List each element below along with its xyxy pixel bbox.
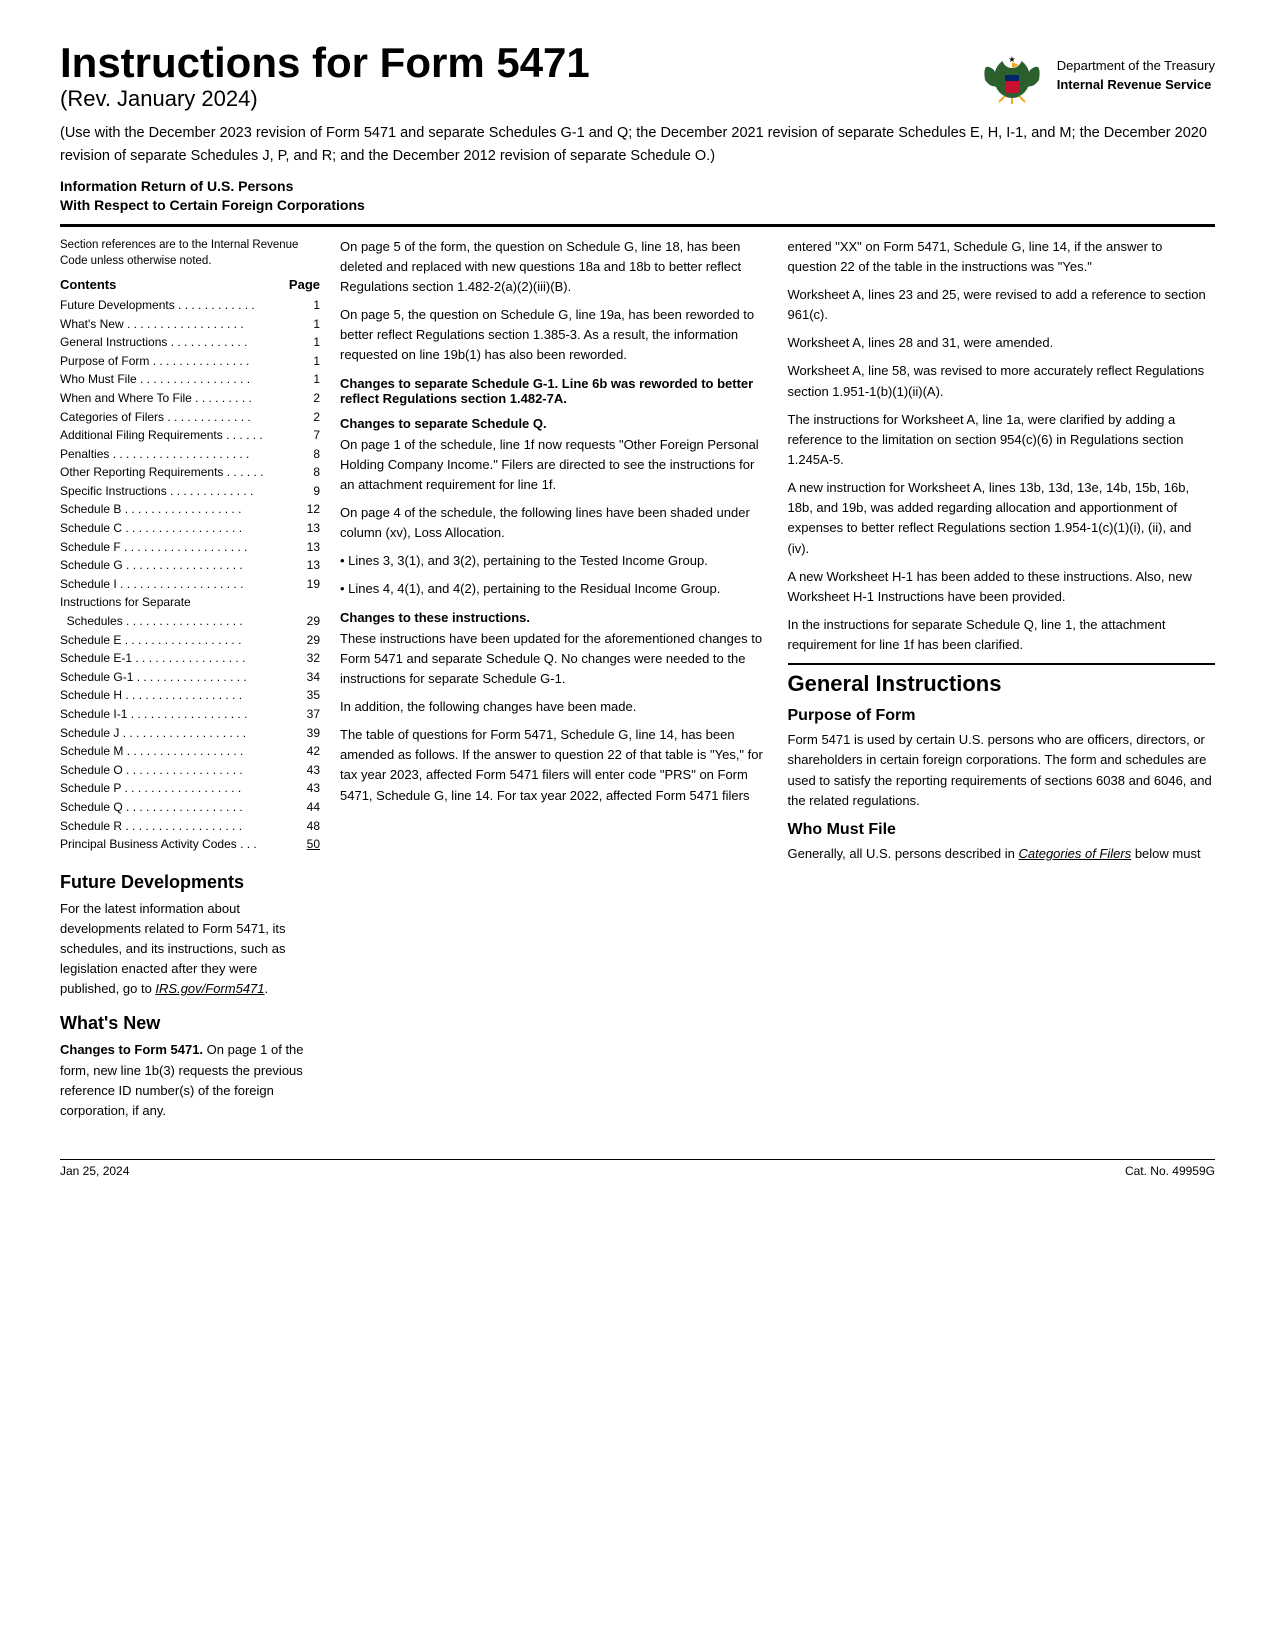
toc-item: Schedule B . . . . . . . . . . . . . . .…: [60, 500, 320, 519]
toc-item: Other Reporting Requirements . . . . . .…: [60, 463, 320, 482]
subtitle-text: (Use with the December 2023 revision of …: [60, 122, 1215, 168]
contents-label: Contents: [60, 277, 116, 292]
toc-item: What's New . . . . . . . . . . . . . . .…: [60, 315, 320, 334]
whats-new-body: Changes to Form 5471. On page 1 of the f…: [60, 1040, 320, 1121]
toc-list: Future Developments . . . . . . . . . . …: [60, 296, 320, 854]
right-column: entered "XX" on Form 5471, Schedule G, l…: [788, 237, 1216, 1129]
toc-item: Schedule I-1 . . . . . . . . . . . . . .…: [60, 705, 320, 724]
page-header: Instructions for Form 5471 (Rev. January…: [60, 40, 1215, 112]
toc-item: Instructions for Separate: [60, 593, 320, 612]
bullet1: • Lines 3, 3(1), and 3(2), pertaining to…: [340, 551, 768, 571]
rev-date: (Rev. January 2024): [60, 86, 590, 112]
toc-item: Schedule G . . . . . . . . . . . . . . .…: [60, 556, 320, 575]
agency-text: Department of the Treasury Internal Reve…: [1057, 56, 1215, 95]
right-para5: The instructions for Worksheet A, line 1…: [788, 410, 1216, 470]
contents-header: Contents Page: [60, 277, 320, 292]
toc-item: Schedule R . . . . . . . . . . . . . . .…: [60, 817, 320, 836]
changes-g1-heading: Changes to separate Schedule G-1. Line 6…: [340, 376, 768, 406]
form-purpose-heading: Information Return of U.S. Persons With …: [60, 177, 1215, 216]
toc-item: Schedule J . . . . . . . . . . . . . . .…: [60, 724, 320, 743]
toc-item: Principal Business Activity Codes . . .5…: [60, 835, 320, 854]
bullet2: • Lines 4, 4(1), and 4(2), pertaining to…: [340, 579, 768, 599]
main-content: Section references are to the Internal R…: [60, 237, 1215, 1129]
categories-filers-link[interactable]: Categories of Filers: [1018, 846, 1131, 861]
svg-text:★: ★: [1008, 55, 1015, 64]
toc-item: Schedule I . . . . . . . . . . . . . . .…: [60, 575, 320, 594]
right-para6: A new instruction for Worksheet A, lines…: [788, 478, 1216, 559]
irs-link[interactable]: IRS.gov/Form5471: [155, 981, 264, 996]
toc-item: Schedule H . . . . . . . . . . . . . . .…: [60, 686, 320, 705]
right-para8: In the instructions for separate Schedul…: [788, 615, 1216, 655]
form-title: Instructions for Form 5471: [60, 40, 590, 86]
toc-item: Schedule E-1 . . . . . . . . . . . . . .…: [60, 649, 320, 668]
middle-column: On page 5 of the form, the question on S…: [340, 237, 768, 1129]
toc-item: Schedule P . . . . . . . . . . . . . . .…: [60, 779, 320, 798]
gen-instr-heading: General Instructions: [788, 663, 1216, 697]
toc-item: Schedule E . . . . . . . . . . . . . . .…: [60, 631, 320, 650]
toc-item: Schedule O . . . . . . . . . . . . . . .…: [60, 761, 320, 780]
toc-item: Schedule M . . . . . . . . . . . . . . .…: [60, 742, 320, 761]
toc-item: When and Where To File . . . . . . . . .…: [60, 389, 320, 408]
purpose-body: Form 5471 is used by certain U.S. person…: [788, 730, 1216, 811]
toc-item: Categories of Filers . . . . . . . . . .…: [60, 408, 320, 427]
toc-item: Schedule Q . . . . . . . . . . . . . . .…: [60, 798, 320, 817]
changes-q-body: On page 1 of the schedule, line 1f now r…: [340, 435, 768, 495]
toc-item: Who Must File . . . . . . . . . . . . . …: [60, 370, 320, 389]
toc-item: Future Developments . . . . . . . . . . …: [60, 296, 320, 315]
right-para7: A new Worksheet H-1 has been added to th…: [788, 567, 1216, 607]
left-column: Section references are to the Internal R…: [60, 237, 320, 1129]
changes-these-heading: Changes to these instructions.: [340, 610, 768, 625]
toc-item: Schedules . . . . . . . . . . . . . . . …: [60, 612, 320, 631]
mid-para2: On page 5, the question on Schedule G, l…: [340, 305, 768, 365]
mid-para1: On page 5 of the form, the question on S…: [340, 237, 768, 297]
irs-name: Internal Revenue Service: [1057, 75, 1215, 95]
changes-q-heading: Changes to separate Schedule Q.: [340, 416, 768, 431]
purpose-heading: Purpose of Form: [788, 707, 1216, 725]
footer-date: Jan 25, 2024: [60, 1164, 129, 1178]
right-para4: Worksheet A, line 58, was revised to mor…: [788, 361, 1216, 401]
dept-name: Department of the Treasury: [1057, 56, 1215, 76]
toc-item: Schedule C . . . . . . . . . . . . . . .…: [60, 519, 320, 538]
title-block: Instructions for Form 5471 (Rev. January…: [60, 40, 590, 112]
toc-item: Penalties . . . . . . . . . . . . . . . …: [60, 445, 320, 464]
toc-item: Specific Instructions . . . . . . . . . …: [60, 482, 320, 501]
right-para2: Worksheet A, lines 23 and 25, were revis…: [788, 285, 1216, 325]
who-must-heading: Who Must File: [788, 821, 1216, 839]
changes-these-body2: In addition, the following changes have …: [340, 697, 768, 717]
irs-logo-area: ★ Department of the Treasury Internal Re…: [977, 40, 1215, 110]
toc-item: Purpose of Form . . . . . . . . . . . . …: [60, 352, 320, 371]
toc-item: Additional Filing Requirements . . . . .…: [60, 426, 320, 445]
changes-q-body2: On page 4 of the schedule, the following…: [340, 503, 768, 543]
divider: [60, 224, 1215, 227]
ref-note: Section references are to the Internal R…: [60, 237, 320, 269]
right-para3: Worksheet A, lines 28 and 31, were amend…: [788, 333, 1216, 353]
toc-item: Schedule G-1 . . . . . . . . . . . . . .…: [60, 668, 320, 687]
changes-these-body3: The table of questions for Form 5471, Sc…: [340, 725, 768, 806]
who-must-body: Generally, all U.S. persons described in…: [788, 844, 1216, 864]
irs-eagle-icon: ★: [977, 40, 1047, 110]
page-footer: Jan 25, 2024 Cat. No. 49959G: [60, 1159, 1215, 1178]
changes-these-body: These instructions have been updated for…: [340, 629, 768, 689]
toc-item: General Instructions . . . . . . . . . .…: [60, 333, 320, 352]
toc-item: Schedule F . . . . . . . . . . . . . . .…: [60, 538, 320, 557]
right-para1: entered "XX" on Form 5471, Schedule G, l…: [788, 237, 1216, 277]
future-dev-heading: Future Developments: [60, 872, 320, 893]
footer-cat: Cat. No. 49959G: [1125, 1164, 1215, 1178]
future-dev-body: For the latest information about develop…: [60, 899, 320, 1000]
page-label: Page: [289, 277, 320, 292]
whats-new-heading: What's New: [60, 1013, 320, 1034]
